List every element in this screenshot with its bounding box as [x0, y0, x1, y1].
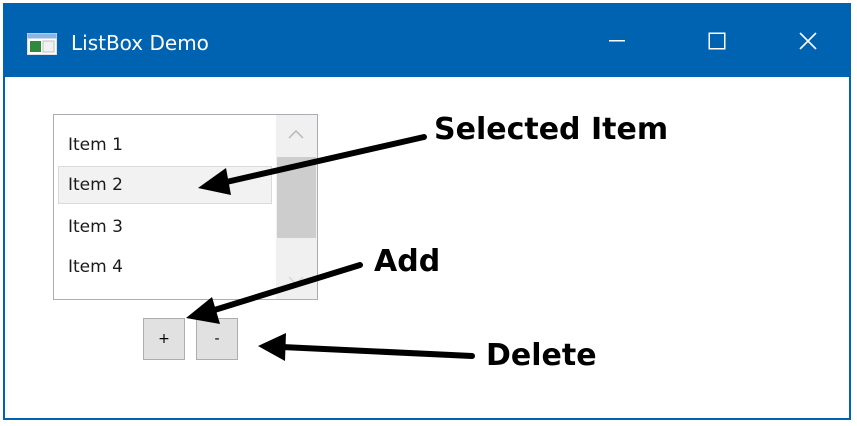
maximize-button[interactable]: [667, 5, 767, 77]
listbox[interactable]: Item 1 Item 2 Item 3 Item 4 Item 5: [53, 114, 318, 300]
close-icon: [799, 32, 817, 50]
add-button[interactable]: +: [143, 318, 185, 360]
scroll-up-button[interactable]: [276, 115, 317, 155]
app-window-icon: [27, 33, 57, 55]
list-item[interactable]: Item 4: [58, 248, 272, 286]
add-annotation: Add: [374, 244, 441, 279]
maximize-icon: [708, 32, 726, 50]
scroll-down-button[interactable]: [276, 263, 317, 299]
list-item[interactable]: Item 5: [58, 288, 272, 299]
delete-annotation: Delete: [486, 338, 597, 373]
list-item[interactable]: Item 1: [58, 126, 272, 164]
close-button[interactable]: [767, 5, 849, 77]
list-item-selected[interactable]: Item 2: [58, 166, 272, 204]
scrollbar-thumb[interactable]: [277, 157, 316, 238]
selected-item-annotation: Selected Item: [434, 112, 669, 147]
chevron-up-icon: [288, 130, 304, 139]
list-item[interactable]: Item 3: [58, 208, 272, 246]
delete-button[interactable]: -: [196, 318, 238, 360]
vertical-scrollbar[interactable]: [276, 115, 317, 299]
minimize-button[interactable]: [567, 5, 667, 77]
title-bar[interactable]: ListBox Demo: [5, 5, 849, 77]
window-title: ListBox Demo: [71, 31, 209, 55]
minimize-icon: [609, 40, 625, 42]
chevron-down-icon: [288, 276, 304, 285]
